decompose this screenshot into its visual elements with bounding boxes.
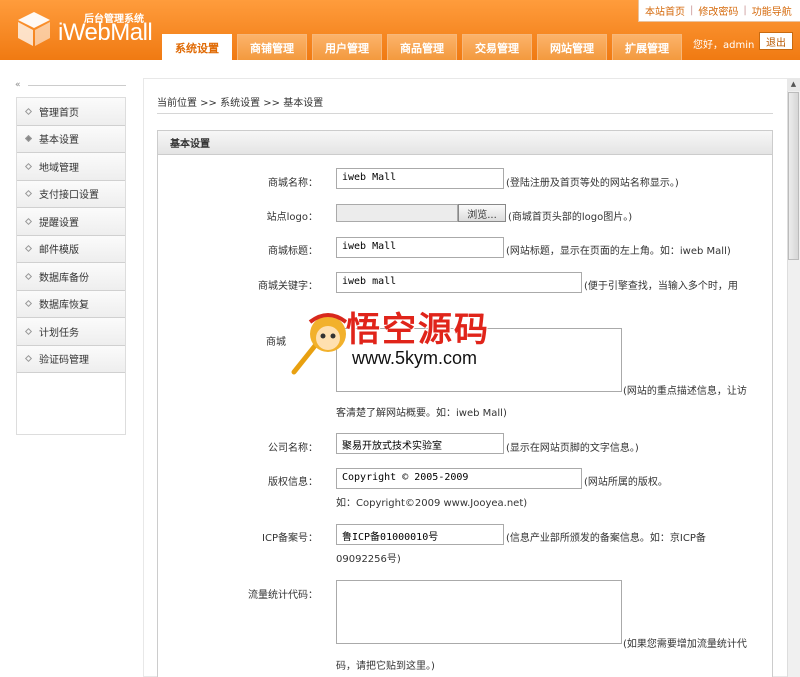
stats-code-label: 流量统计代码：: [248, 590, 318, 601]
breadcrumb: 当前位置 >> 系统设置 >> 基本设置: [157, 98, 324, 109]
sidebar-item-label: 验证码管理: [39, 355, 89, 367]
sidebar-item-reminder-settings[interactable]: 提醒设置: [17, 208, 125, 236]
shop-title-hint: (网站标题，显示在页面的左上角。如：iweb Mall): [506, 246, 731, 257]
keywords-hint: (便于引擎查找，当输入多个时，用: [584, 281, 738, 292]
diamond-bullet-icon: [24, 272, 33, 280]
stats-code-hint: (如果您需要增加流量统计代: [623, 639, 747, 650]
copyright-label: 版权信息：: [268, 477, 318, 488]
sidebar-item-label: 数据库恢复: [39, 300, 89, 312]
logo-file-input[interactable]: [336, 204, 458, 222]
sidebar-item-email-templates[interactable]: 邮件模版: [17, 235, 125, 263]
description-label: 商城: [266, 337, 286, 348]
admin-page: 后台管理系统 iWebMall 本站首页 | 修改密码 | 功能导航 系统设置 …: [0, 0, 800, 677]
watermark: 悟空源码 www.5kym.com: [288, 300, 528, 380]
keywords-label: 商城关键字：: [258, 281, 318, 292]
tab-extension-management[interactable]: 扩展管理: [612, 34, 682, 60]
shop-title-input[interactable]: iweb Mall: [336, 237, 504, 258]
logout-button[interactable]: 退出: [759, 32, 793, 50]
icp-label: ICP备案号：: [262, 533, 318, 544]
watermark-title: 悟空源码: [346, 310, 490, 350]
sidebar-item-label: 数据库备份: [39, 272, 89, 284]
main-nav-tabs: 系统设置 商铺管理 用户管理 商品管理 交易管理 网站管理 扩展管理: [162, 34, 687, 60]
breadcrumb-divider: [157, 113, 773, 114]
sidebar-item-region-management[interactable]: 地域管理: [17, 153, 125, 181]
top-links: 本站首页 | 修改密码 | 功能导航: [638, 0, 800, 22]
diamond-bullet-icon: [24, 107, 33, 115]
sidebar-item-label: 提醒设置: [39, 217, 79, 229]
copyright-hint: (网站所属的版权。: [584, 477, 668, 488]
tab-user-management[interactable]: 用户管理: [312, 34, 382, 60]
company-label: 公司名称：: [268, 443, 318, 454]
diamond-bullet-icon: [24, 300, 33, 308]
sidebar-item-label: 基本设置: [39, 135, 79, 147]
sidebar: 管理首页 基本设置 地域管理 支付接口设置 提醒设置 邮件模版 数据库备份 数据…: [16, 97, 126, 435]
copyright-hint-cont: 如：Copyright©2009 www.Jooyea.net): [336, 498, 528, 509]
sidebar-item-label: 地域管理: [39, 162, 79, 174]
shop-name-label: 商城名称：: [268, 178, 318, 189]
panel-title: 基本设置: [158, 131, 772, 155]
sidebar-item-label: 计划任务: [39, 327, 79, 339]
tab-shop-management[interactable]: 商铺管理: [237, 34, 307, 60]
link-divider: |: [690, 5, 694, 16]
stats-code-hint-cont: 码，请把它贴到这里。): [336, 661, 435, 672]
icp-hint-cont: 09092256号): [336, 554, 401, 565]
logo-title: iWebMall: [58, 19, 153, 46]
stats-code-textarea[interactable]: [336, 580, 622, 644]
sidebar-item-scheduled-tasks[interactable]: 计划任务: [17, 318, 125, 346]
sidebar-divider: [28, 85, 126, 86]
tab-site-management[interactable]: 网站管理: [537, 34, 607, 60]
header-bar: 后台管理系统 iWebMall 本站首页 | 修改密码 | 功能导航 系统设置 …: [0, 0, 800, 60]
diamond-bullet-icon: [24, 355, 33, 363]
user-greeting: 您好，admin: [693, 40, 755, 51]
shop-title-label: 商城标题：: [268, 246, 318, 257]
browse-button[interactable]: 浏览...: [458, 204, 506, 222]
diamond-bullet-icon: [24, 245, 33, 253]
home-link[interactable]: 本站首页: [645, 3, 685, 18]
sidebar-item-db-backup[interactable]: 数据库备份: [17, 263, 125, 291]
tab-trade-management[interactable]: 交易管理: [462, 34, 532, 60]
diamond-bullet-icon: [24, 217, 33, 225]
diamond-bullet-icon: [24, 135, 33, 143]
sidebar-item-payment-settings[interactable]: 支付接口设置: [17, 180, 125, 208]
shop-name-hint: (登陆注册及首页等处的网站名称显示。): [506, 178, 679, 189]
sidebar-item-label: 管理首页: [39, 107, 79, 119]
sidebar-collapse-icon[interactable]: «: [15, 80, 21, 90]
description-hint-cont: 客清楚了解网站概要。如：iweb Mall): [336, 408, 507, 419]
company-hint: (显示在网站页脚的文字信息。): [506, 443, 639, 454]
diamond-bullet-icon: [24, 190, 33, 198]
sidebar-item-label: 支付接口设置: [39, 190, 99, 202]
shop-name-input[interactable]: iweb Mall: [336, 168, 504, 189]
scrollbar-thumb[interactable]: [788, 92, 799, 260]
sidebar-item-admin-home[interactable]: 管理首页: [17, 98, 125, 126]
sidebar-item-label: 邮件模版: [39, 245, 79, 257]
copyright-input[interactable]: Copyright © 2005-2009: [336, 468, 582, 489]
tab-system-settings[interactable]: 系统设置: [162, 34, 232, 60]
diamond-bullet-icon: [24, 327, 33, 335]
tab-product-management[interactable]: 商品管理: [387, 34, 457, 60]
sidebar-item-captcha-management[interactable]: 验证码管理: [17, 345, 125, 373]
logo-label: 站点logo：: [266, 212, 318, 223]
scroll-up-arrow-icon[interactable]: ▲: [787, 78, 800, 91]
function-nav-link[interactable]: 功能导航: [752, 3, 792, 18]
diamond-bullet-icon: [24, 162, 33, 170]
description-hint: (网站的重点描述信息，让访: [623, 386, 747, 397]
link-divider: |: [743, 5, 747, 16]
sidebar-item-db-restore[interactable]: 数据库恢复: [17, 290, 125, 318]
cube-logo-icon: [18, 12, 50, 46]
icp-input[interactable]: 鲁ICP备01000010号: [336, 524, 504, 545]
keywords-input[interactable]: iweb mall: [336, 272, 582, 293]
watermark-url: www.5kym.com: [352, 348, 478, 368]
sidebar-item-basic-settings[interactable]: 基本设置: [17, 125, 125, 153]
company-input[interactable]: 聚易开放式技术实验室: [336, 433, 504, 454]
icp-hint: (信息产业部所颁发的备案信息。如：京ICP备: [506, 533, 706, 544]
change-password-link[interactable]: 修改密码: [698, 3, 738, 18]
logo-hint: (商城首页头部的logo图片。): [508, 212, 633, 223]
